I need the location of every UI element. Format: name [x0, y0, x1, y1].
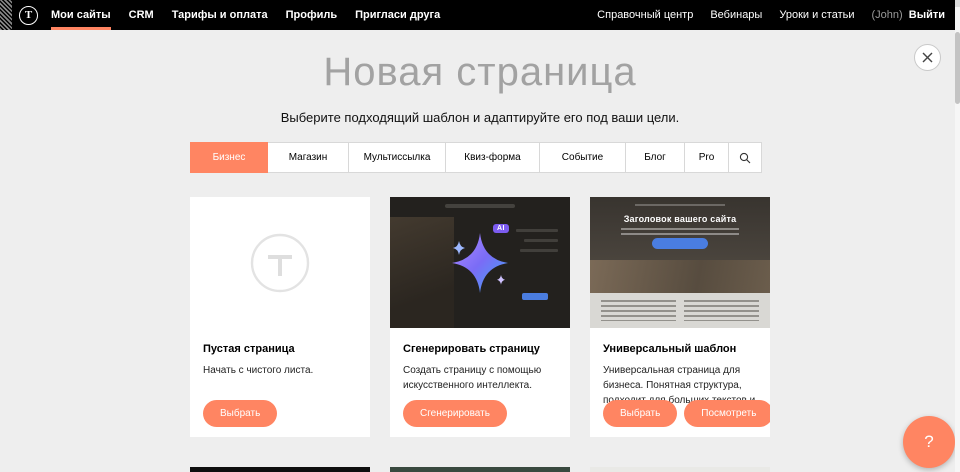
navbar-right: Справочный центр Вебинары Уроки и статьи…: [597, 9, 955, 21]
generate-button[interactable]: Сгенерировать: [403, 400, 507, 427]
card-actions: Сгенерировать: [403, 400, 507, 427]
card-body: Пустая страница Начать с чистого листа.: [190, 328, 370, 378]
tab-pro[interactable]: Pro: [684, 142, 729, 173]
user-logout[interactable]: (John) Выйти: [872, 9, 946, 21]
nav-item-my-sites[interactable]: Мои сайты: [51, 0, 111, 30]
preview-text-section: [590, 293, 770, 328]
card-description: Начать с чистого листа.: [203, 363, 357, 378]
select-button[interactable]: Выбрать: [603, 400, 677, 427]
tab-multilink[interactable]: Мультиссылка: [348, 142, 446, 173]
blank-page-preview: [190, 197, 370, 328]
tab-search[interactable]: [728, 142, 762, 173]
preview-cta-button: [652, 238, 708, 249]
template-preview: [190, 467, 370, 472]
preview-hero: Заголовок вашего сайта: [590, 197, 770, 260]
preview-nav-line: [635, 204, 725, 206]
preview-button: [522, 293, 548, 300]
nav-link-lessons[interactable]: Уроки и статьи: [779, 9, 854, 21]
tab-business[interactable]: Бизнес: [190, 142, 268, 173]
tilda-watermark-icon: [249, 232, 311, 294]
nav-item-invite-friend[interactable]: Пригласи друга: [355, 0, 440, 30]
pattern-logo: [0, 0, 12, 30]
card-actions: Выбрать: [203, 400, 277, 427]
top-navbar: T Мои сайты CRM Тарифы и оплата Профиль …: [0, 0, 955, 30]
scrollbar-track[interactable]: [955, 0, 960, 472]
universal-template-preview: Заголовок вашего сайта: [590, 197, 770, 328]
ai-badge: AI: [493, 224, 509, 233]
template-category-tabs: Бизнес Магазин Мультиссылка Квиз-форма С…: [190, 142, 762, 173]
preview-text-column: [601, 300, 676, 321]
card-title: Сгенерировать страницу: [403, 343, 557, 355]
logout-link[interactable]: Выйти: [909, 9, 945, 21]
scrollbar-up-arrow[interactable]: [955, 0, 960, 7]
template-preview: [590, 467, 770, 472]
tilda-logo[interactable]: T: [19, 6, 38, 25]
preview-topbar: [445, 204, 515, 208]
template-preview: [390, 467, 570, 472]
nav-item-crm[interactable]: CRM: [129, 0, 154, 30]
preview-text-line: [524, 239, 558, 242]
tab-shop[interactable]: Магазин: [267, 142, 349, 173]
template-card[interactable]: [590, 467, 770, 472]
card-blank-page[interactable]: Пустая страница Начать с чистого листа. …: [190, 197, 370, 437]
scrollbar-thumb[interactable]: [955, 32, 960, 104]
preview-text-line: [520, 249, 558, 252]
template-card[interactable]: [390, 467, 570, 472]
card-title: Пустая страница: [203, 343, 357, 355]
nav-link-help-center[interactable]: Справочный центр: [597, 9, 693, 21]
template-card[interactable]: [190, 467, 370, 472]
card-actions: Выбрать Посмотреть: [603, 400, 770, 427]
nav-link-webinars[interactable]: Вебинары: [710, 9, 762, 21]
close-icon: [922, 52, 933, 63]
card-universal-template[interactable]: Заголовок вашего сайта Универсальный шаб…: [590, 197, 770, 437]
preview-text-column: [684, 300, 759, 321]
tab-quiz-form[interactable]: Квиз-форма: [445, 142, 540, 173]
ai-sparkle-icon: [444, 227, 516, 299]
user-name: (John): [872, 9, 903, 21]
card-title: Универсальный шаблон: [603, 343, 757, 355]
view-button[interactable]: Посмотреть: [684, 400, 770, 427]
preview-text-line: [516, 229, 558, 232]
preview-photo-band: [590, 260, 770, 293]
nav-item-tariffs[interactable]: Тарифы и оплата: [172, 0, 268, 30]
tab-event[interactable]: Событие: [539, 142, 626, 173]
template-grid: Пустая страница Начать с чистого листа. …: [190, 197, 770, 472]
nav-item-profile[interactable]: Профиль: [286, 0, 337, 30]
help-button[interactable]: ?: [903, 416, 955, 468]
close-button[interactable]: [914, 44, 941, 71]
preview-subtitle-lines: [621, 228, 739, 235]
preview-site-title: Заголовок вашего сайта: [590, 197, 770, 224]
search-icon: [739, 152, 751, 164]
card-generate-ai[interactable]: AI Сгенерировать страницу Создать страни…: [390, 197, 570, 437]
page-subtitle: Выберите подходящий шаблон и адаптируйте…: [0, 110, 960, 125]
ai-page-preview: AI: [390, 197, 570, 328]
card-body: Сгенерировать страницу Создать страницу …: [390, 328, 570, 393]
tab-blog[interactable]: Блог: [625, 142, 685, 173]
page-title: Новая страница: [0, 50, 960, 95]
select-button[interactable]: Выбрать: [203, 400, 277, 427]
card-description: Создать страницу с помощью искусственног…: [403, 363, 557, 393]
